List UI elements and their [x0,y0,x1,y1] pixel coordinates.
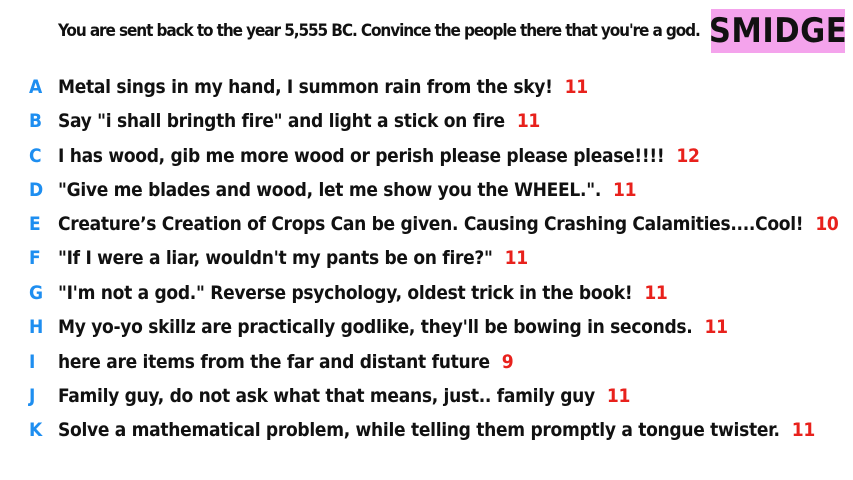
answer-score: 10 [815,213,839,235]
answer-score: 9 [501,351,514,373]
answer-score: 11 [791,419,815,441]
answer-row-i: I here are items from the far and distan… [0,345,853,379]
answer-text-wrap: "If I were a liar, wouldn't my pants be … [58,247,528,269]
answer-score: 11 [613,179,637,201]
answer-text: Solve a mathematical problem, while tell… [58,419,780,441]
answer-text: here are items from the far and distant … [58,351,490,373]
answer-row-k: K Solve a mathematical problem, while te… [0,413,853,447]
answer-text: I has wood, gib me more wood or perish p… [58,145,665,167]
answer-row-c: C I has wood, gib me more wood or perish… [0,139,853,173]
answer-row-g: G "I'm not a god." Reverse psychology, o… [0,276,853,310]
answer-letter: C [29,145,42,167]
answer-text-wrap: My yo-yo skillz are practically godlike,… [58,316,728,338]
answer-letter: J [29,385,36,407]
answer-row-d: D "Give me blades and wood, let me show … [0,173,853,207]
answer-text-wrap: here are items from the far and distant … [58,351,514,373]
answer-row-b: B Say "i shall bringth fire" and light a… [0,104,853,138]
answer-letter: E [29,213,41,235]
answer-text: "Give me blades and wood, let me show yo… [58,179,602,201]
answer-text: Say "i shall bringth fire" and light a s… [58,110,505,132]
answer-text: "I'm not a god." Reverse psychology, old… [58,282,633,304]
answer-score: 11 [606,385,631,407]
answer-letter: D [29,179,44,201]
answer-text-wrap: Family guy, do not ask what that means, … [58,385,630,407]
answer-text-wrap: Creature’s Creation of Crops Can be give… [58,213,839,235]
answer-letter: A [29,76,43,98]
answer-score: 11 [644,282,668,304]
answer-text: Metal sings in my hand, I summon rain fr… [58,76,553,98]
answer-text-wrap: "I'm not a god." Reverse psychology, old… [58,282,668,304]
answer-letter: B [29,110,43,132]
answer-score: 11 [504,247,528,269]
answer-letter: G [29,282,44,304]
prompt-text: You are sent back to the year 5,555 BC. … [58,21,701,41]
answer-text-wrap: "Give me blades and wood, let me show yo… [58,179,637,201]
answer-letter: F [29,247,41,269]
smidge-logo: SMIDGE [708,9,848,53]
answer-row-e: E Creature’s Creation of Crops Can be gi… [0,207,853,241]
answer-letter: K [29,419,43,441]
answer-letter: H [29,316,44,338]
answer-text: Family guy, do not ask what that means, … [58,385,595,407]
answer-row-a: A Metal sings in my hand, I summon rain … [0,70,853,104]
answer-text: My yo-yo skillz are practically godlike,… [58,316,693,338]
answer-text: Creature’s Creation of Crops Can be give… [58,213,804,235]
answer-text: "If I were a liar, wouldn't my pants be … [58,247,493,269]
answer-letter: I [29,351,36,373]
answer-row-j: J Family guy, do not ask what that means… [0,379,853,413]
answer-row-h: H My yo-yo skillz are practically godlik… [0,310,853,344]
answer-score: 11 [516,110,540,132]
answer-text-wrap: Metal sings in my hand, I summon rain fr… [58,76,588,98]
answer-text-wrap: I has wood, gib me more wood or perish p… [58,145,700,167]
answer-text-wrap: Say "i shall bringth fire" and light a s… [58,110,540,132]
answer-score: 12 [676,145,700,167]
answer-score: 11 [564,76,588,98]
answer-score: 11 [704,316,728,338]
logo-text: SMIDGE [708,11,848,51]
answer-row-f: F "If I were a liar, wouldn't my pants b… [0,241,853,275]
answer-text-wrap: Solve a mathematical problem, while tell… [58,419,815,441]
